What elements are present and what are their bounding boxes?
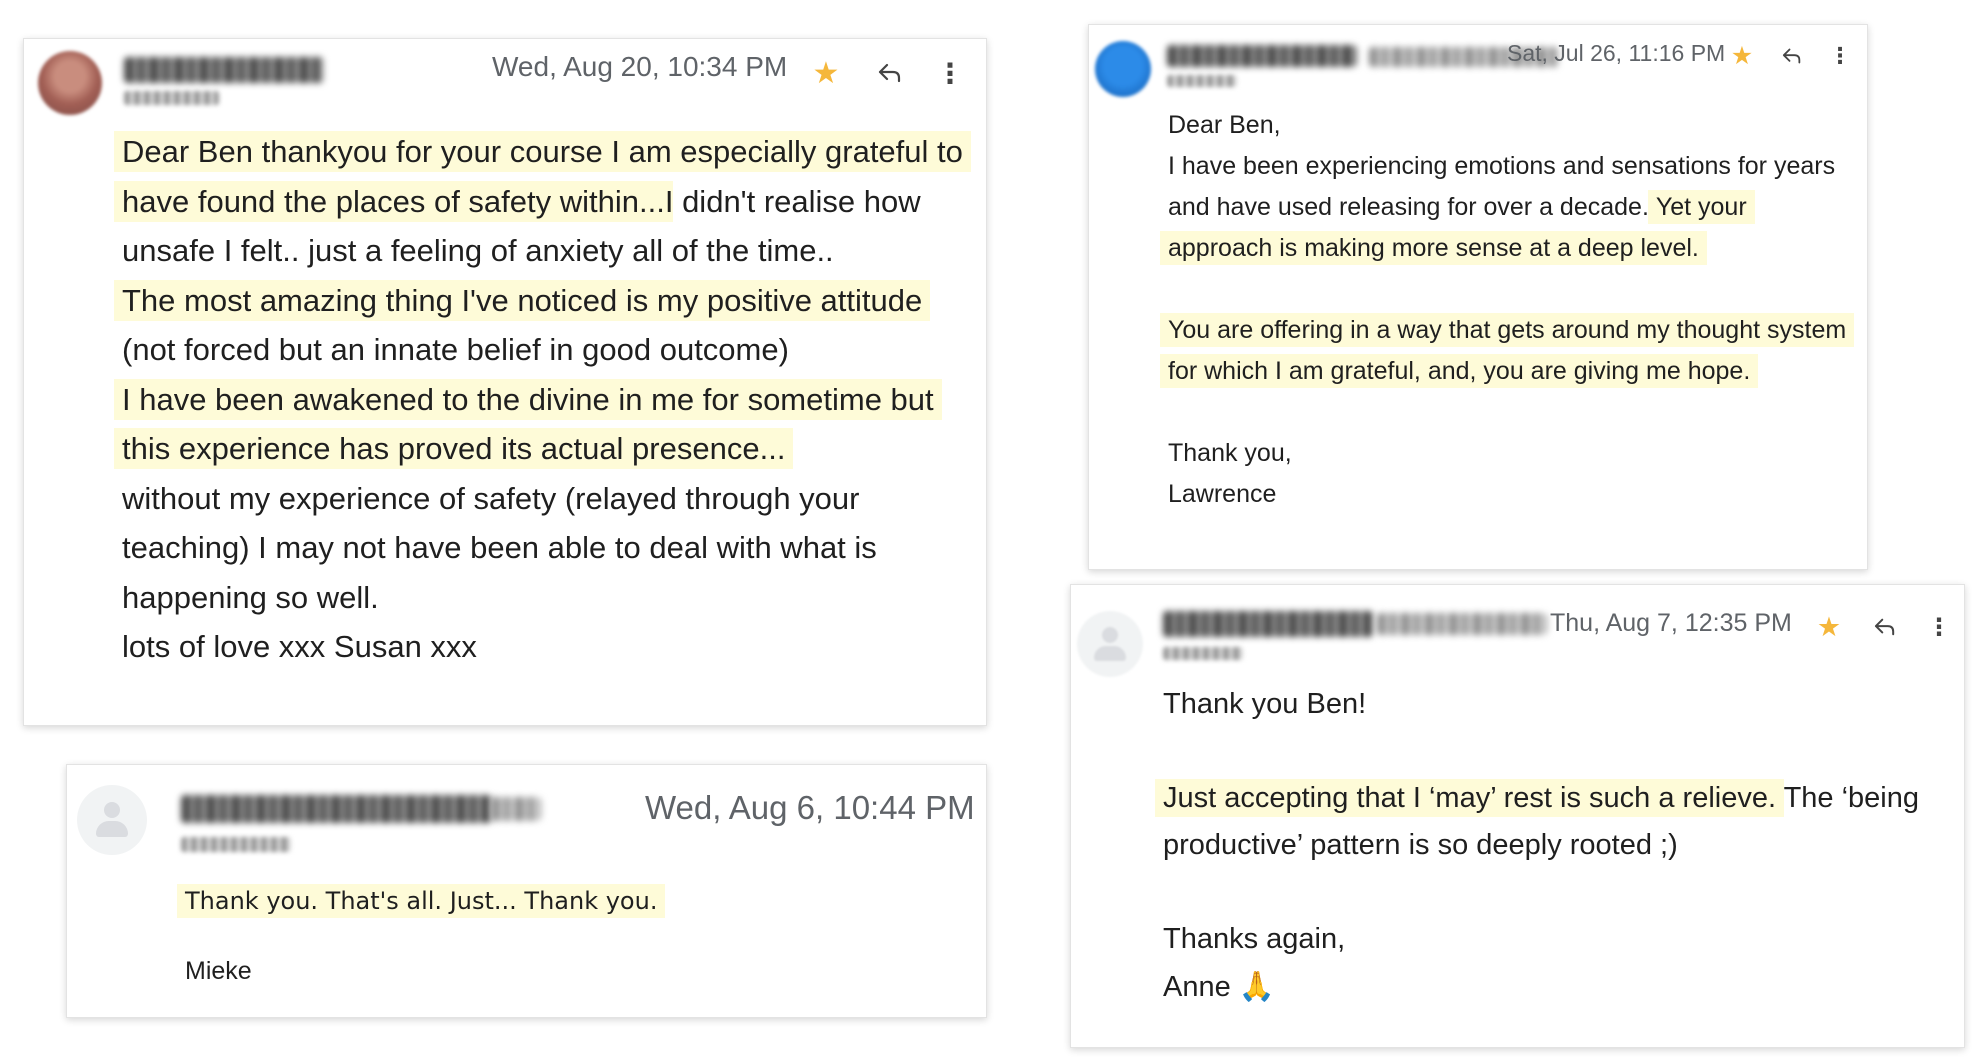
signature: lots of love xxx Susan xxx xyxy=(122,629,477,664)
greeting: Thank you Ben! xyxy=(1163,688,1367,720)
body-text: without my experience of safety (relayed… xyxy=(122,480,877,615)
reply-icon[interactable] xyxy=(1867,609,1903,645)
reply-icon[interactable] xyxy=(870,53,910,93)
sender-avatar xyxy=(38,51,102,115)
star-icon[interactable]: ★ xyxy=(806,53,846,93)
email-date: Wed, Aug 20, 10:34 PM xyxy=(492,51,788,82)
greeting: Dear Ben, xyxy=(1168,111,1281,139)
more-vert-icon[interactable]: ⋮ xyxy=(930,53,970,93)
email-date: Thu, Aug 7, 12:35 PM xyxy=(1550,609,1792,637)
highlighted-text: Thank you. That's all. Just... Thank you… xyxy=(177,884,666,918)
highlighted-text: The most amazing thing I've noticed is m… xyxy=(114,279,931,321)
email-body: Thank you Ben! Just accepting that I ‘ma… xyxy=(1155,681,1953,1011)
sender-email-redacted xyxy=(1377,613,1547,635)
paragraph: I have been experiencing emotions and se… xyxy=(1160,146,1848,269)
email-date: Sat, Jul 26, 11:16 PM xyxy=(1507,40,1726,66)
body-text: (not forced but an innate belief in good… xyxy=(122,332,789,367)
paragraph: You are offering in a way that gets arou… xyxy=(1160,310,1855,392)
sender-avatar xyxy=(1095,41,1151,97)
sender-email-redacted xyxy=(491,797,541,821)
sender-name-redacted xyxy=(1167,45,1357,67)
sender-name-redacted xyxy=(124,57,324,83)
email-card-lawrence: Sat, Jul 26, 11:16 PM ★ ⋮ Dear Ben, I ha… xyxy=(1088,24,1868,570)
email-body: Dear Ben, I have been experiencing emoti… xyxy=(1160,105,1855,515)
paragraph: Thank you. That's all. Just... Thank you… xyxy=(177,879,965,923)
sender-avatar xyxy=(1077,611,1143,677)
sender-name-redacted xyxy=(1163,611,1373,637)
sender-avatar xyxy=(77,785,147,855)
reply-icon[interactable] xyxy=(1775,39,1809,73)
email-date: Wed, Aug 6, 10:44 PM xyxy=(645,789,975,826)
closing: Thanks again, xyxy=(1163,923,1346,955)
recipient-redacted xyxy=(1167,75,1237,87)
recipient-redacted xyxy=(181,837,291,852)
signature: Mieke xyxy=(185,957,252,985)
praying-hands-emoji: 🙏 xyxy=(1238,969,1275,1003)
signature: Lawrence xyxy=(1168,480,1277,508)
email-body: Thank you. That's all. Just... Thank you… xyxy=(177,879,965,993)
more-vert-icon[interactable]: ⋮ xyxy=(1823,39,1857,73)
email-card-mieke: Wed, Aug 6, 10:44 PM Thank you. That's a… xyxy=(66,764,987,1018)
closing: Thank you, xyxy=(1168,439,1292,467)
paragraph: Just accepting that I ‘may’ rest is such… xyxy=(1155,775,1953,869)
highlighted-text: I have been awakened to the divine in me… xyxy=(114,378,942,469)
star-icon[interactable]: ★ xyxy=(1811,609,1847,645)
email-body: Dear Ben thankyou for your course I am e… xyxy=(114,127,982,672)
recipient-redacted xyxy=(124,91,219,105)
highlighted-text: You are offering in a way that gets arou… xyxy=(1160,313,1855,388)
highlighted-text: Just accepting that I ‘may’ rest is such… xyxy=(1155,779,1785,817)
email-card-anne: Thu, Aug 7, 12:35 PM ★ ⋮ Thank you Ben! … xyxy=(1070,584,1965,1048)
signature-line: Anne 🙏 xyxy=(1163,963,1953,1011)
email-card-susan: Wed, Aug 20, 10:34 PM ★ ⋮ Dear Ben thank… xyxy=(23,38,987,726)
recipient-redacted xyxy=(1163,647,1243,660)
sender-name-redacted xyxy=(181,795,491,823)
star-icon[interactable]: ★ xyxy=(1725,39,1759,73)
signature: Anne xyxy=(1163,971,1231,1003)
more-vert-icon[interactable]: ⋮ xyxy=(1921,609,1957,645)
